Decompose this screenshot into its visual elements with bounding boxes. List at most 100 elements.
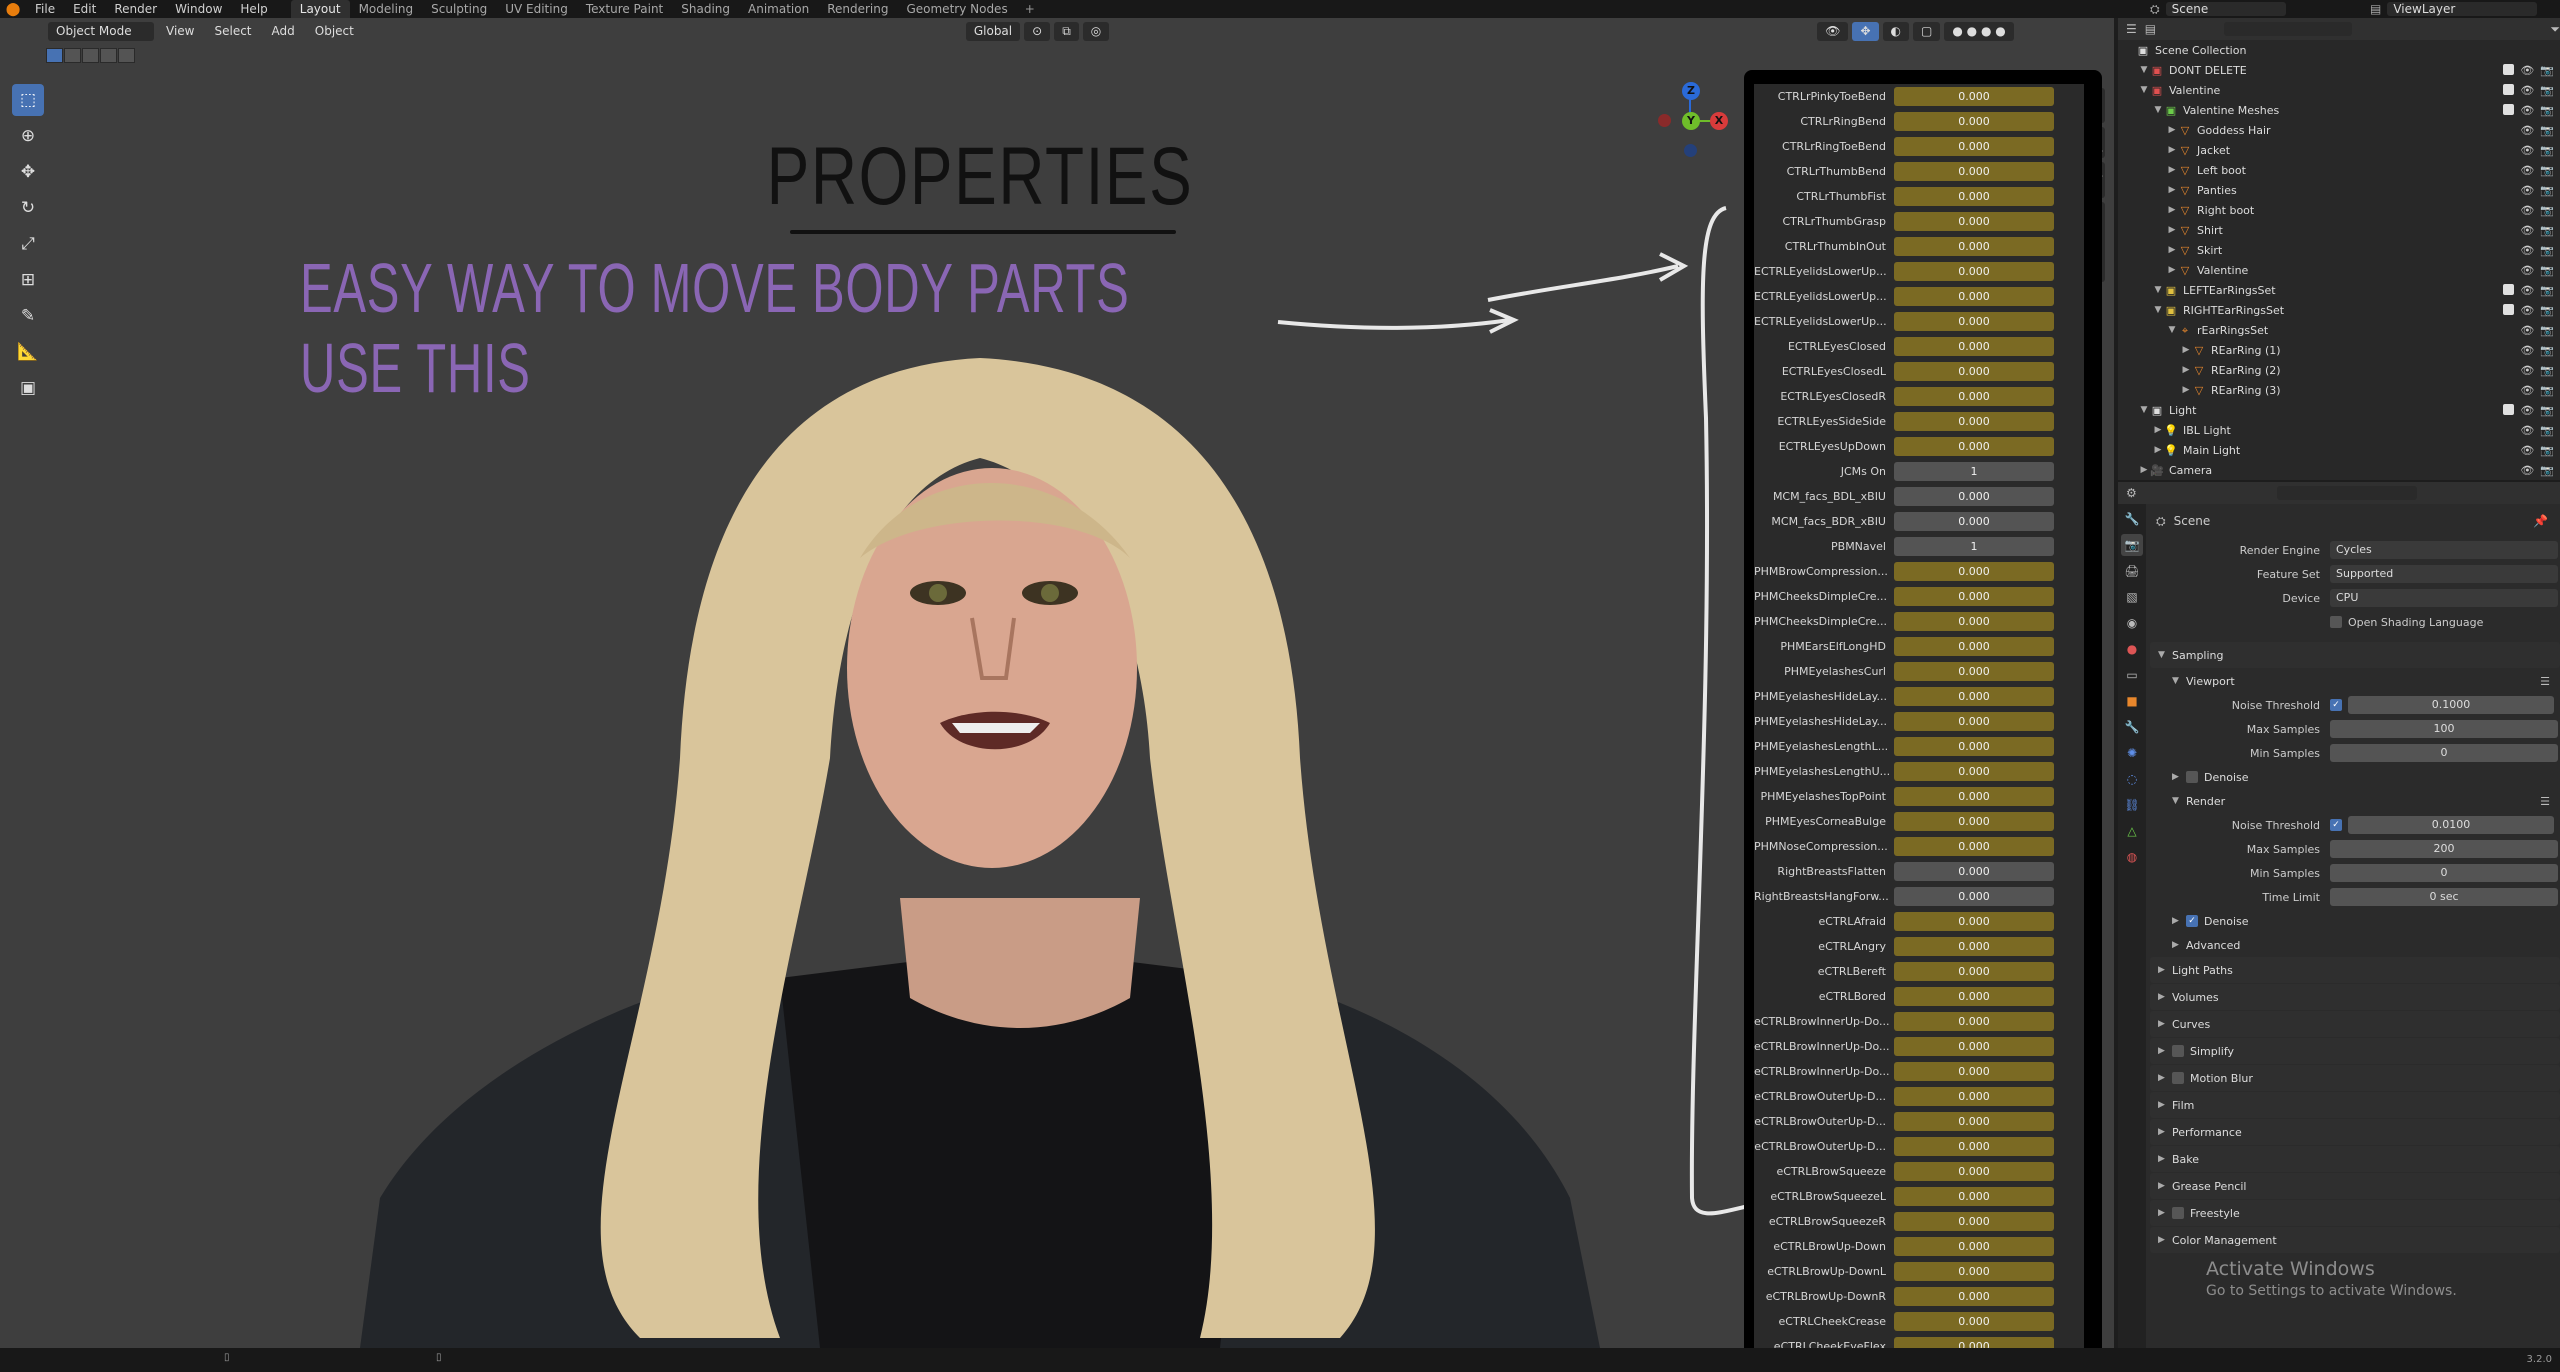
render-engine-dropdown[interactable]: Cycles: [2330, 541, 2558, 559]
eye-icon[interactable]: 👁: [2520, 384, 2534, 397]
eye-icon[interactable]: 👁: [2520, 424, 2534, 437]
eye-icon[interactable]: 👁: [2520, 364, 2534, 377]
workspace-tab-texture-paint[interactable]: Texture Paint: [577, 0, 672, 18]
camera-icon[interactable]: 📷: [2540, 64, 2554, 77]
camera-icon[interactable]: 📷: [2540, 364, 2554, 377]
custom-property-value[interactable]: 0.000: [1894, 1137, 2054, 1156]
workspace-tab-geometry-nodes[interactable]: Geometry Nodes: [897, 0, 1016, 18]
expand-toggle-icon[interactable]: ▶: [2152, 425, 2164, 435]
expand-toggle-icon[interactable]: ▶: [2166, 125, 2178, 135]
section-grease-pencil[interactable]: ▶ Grease Pencil: [2150, 1173, 2560, 1199]
scene-tab-icon[interactable]: ◉: [2121, 612, 2143, 634]
custom-property-value[interactable]: 0.000: [1894, 637, 2054, 656]
eye-icon[interactable]: 👁: [2520, 184, 2534, 197]
eye-icon[interactable]: 👁: [2520, 144, 2534, 157]
custom-property-value[interactable]: 0.000: [1894, 1087, 2054, 1106]
custom-property-value[interactable]: 0.000: [1894, 762, 2054, 781]
custom-property-value[interactable]: 0.000: [1894, 612, 2054, 631]
exclude-checkbox[interactable]: [2503, 283, 2515, 295]
eye-icon[interactable]: 👁: [2520, 264, 2534, 277]
expand-toggle-icon[interactable]: ▶: [2166, 205, 2178, 215]
expand-toggle-icon[interactable]: ▼: [2138, 65, 2150, 75]
tool-tab-icon[interactable]: 🔧: [2121, 508, 2143, 530]
vp-noise-field[interactable]: 0.1000: [2348, 696, 2554, 714]
eye-icon[interactable]: 👁: [2520, 284, 2534, 297]
collection-tab-icon[interactable]: ▭: [2121, 664, 2143, 686]
custom-property-value[interactable]: 0.000: [1894, 787, 2054, 806]
custom-property-value[interactable]: 0.000: [1894, 1187, 2054, 1206]
expand-toggle-icon[interactable]: ▶: [2138, 465, 2150, 475]
workspace-tab-shading[interactable]: Shading: [672, 0, 739, 18]
constraints-tab-icon[interactable]: ⛓: [2121, 794, 2143, 816]
outliner-row[interactable]: ▶ ▽ Goddess Hair 👁 📷: [2118, 120, 2560, 140]
eye-icon[interactable]: 👁: [2520, 464, 2534, 477]
scene-name-field[interactable]: Scene: [2165, 2, 2286, 16]
vp-denoise-subpanel[interactable]: ▶ Denoise: [2150, 765, 2560, 789]
camera-icon[interactable]: 📷: [2540, 84, 2554, 97]
outliner-row[interactable]: ▶ 💡 Main Light 👁 📷: [2118, 440, 2560, 460]
r-min-samples-field[interactable]: 0: [2330, 864, 2558, 882]
camera-icon[interactable]: 📷: [2540, 404, 2554, 417]
custom-property-value[interactable]: 0.000: [1894, 562, 2054, 581]
outliner-row[interactable]: ▼ ▣ DONT DELETE 👁 📷: [2118, 60, 2560, 80]
custom-property-value[interactable]: 0.000: [1894, 187, 2054, 206]
eye-icon[interactable]: 👁: [2520, 224, 2534, 237]
custom-property-value[interactable]: 0.000: [1894, 412, 2054, 431]
custom-property-value[interactable]: 0.000: [1894, 962, 2054, 981]
eye-icon[interactable]: 👁: [2520, 64, 2534, 77]
outliner-row[interactable]: ▶ ▽ Panties 👁 📷: [2118, 180, 2560, 200]
camera-icon[interactable]: 📷: [2540, 304, 2554, 317]
presets-icon[interactable]: ☰: [2540, 675, 2550, 688]
outliner-row[interactable]: ▶ ▽ Valentine 👁 📷: [2118, 260, 2560, 280]
expand-toggle-icon[interactable]: ▼: [2166, 325, 2178, 335]
exclude-checkbox[interactable]: [2503, 83, 2515, 95]
section-volumes[interactable]: ▶ Volumes: [2150, 984, 2560, 1010]
expand-toggle-icon[interactable]: ▼: [2152, 105, 2164, 115]
view-layer-field[interactable]: ViewLayer: [2387, 2, 2538, 16]
vp-max-samples-field[interactable]: 100: [2330, 720, 2558, 738]
expand-toggle-icon[interactable]: ▶: [2166, 185, 2178, 195]
camera-icon[interactable]: 📷: [2540, 244, 2554, 257]
r-noise-field[interactable]: 0.0100: [2348, 816, 2554, 834]
workspace-tab-sculpting[interactable]: Sculpting: [422, 0, 496, 18]
workspace-tab-modeling[interactable]: Modeling: [350, 0, 423, 18]
menu-file[interactable]: File: [26, 2, 64, 16]
custom-property-value[interactable]: 0.000: [1894, 1287, 2054, 1306]
outliner-row[interactable]: ▼ ⌖ rEarRingsSet 👁 📷: [2118, 320, 2560, 340]
material-tab-icon[interactable]: ◍: [2121, 846, 2143, 868]
section-freestyle[interactable]: ▶ Freestyle: [2150, 1200, 2560, 1226]
advanced-subpanel[interactable]: ▶ Advanced: [2150, 933, 2560, 957]
camera-icon[interactable]: 📷: [2540, 204, 2554, 217]
outliner-row[interactable]: ▶ ▽ Right boot 👁 📷: [2118, 200, 2560, 220]
camera-icon[interactable]: 📷: [2540, 104, 2554, 117]
menu-window[interactable]: Window: [166, 2, 231, 16]
r-noise-checkbox[interactable]: ✓: [2330, 819, 2342, 831]
exclude-checkbox[interactable]: [2503, 63, 2515, 75]
custom-property-value[interactable]: 1: [1894, 462, 2054, 481]
modifier-tab-icon[interactable]: 🔧: [2121, 716, 2143, 738]
custom-property-value[interactable]: 0.000: [1894, 512, 2054, 531]
workspace-tab-layout[interactable]: Layout: [290, 0, 350, 18]
expand-toggle-icon[interactable]: ▶: [2166, 165, 2178, 175]
expand-toggle-icon[interactable]: ▼: [2138, 405, 2150, 415]
custom-property-value[interactable]: 0.000: [1894, 487, 2054, 506]
expand-toggle-icon[interactable]: ▶: [2180, 345, 2192, 355]
camera-icon[interactable]: 📷: [2540, 184, 2554, 197]
custom-property-value[interactable]: 0.000: [1894, 87, 2054, 106]
custom-property-value[interactable]: 0.000: [1894, 712, 2054, 731]
outliner-row[interactable]: ▼ ▣ Light 👁 📷: [2118, 400, 2560, 420]
custom-property-value[interactable]: 0.000: [1894, 987, 2054, 1006]
custom-property-value[interactable]: 0.000: [1894, 587, 2054, 606]
custom-property-value[interactable]: 0.000: [1894, 737, 2054, 756]
custom-property-value[interactable]: 0.000: [1894, 237, 2054, 256]
outliner-row[interactable]: ▶ ▽ Shirt 👁 📷: [2118, 220, 2560, 240]
workspace-tab-rendering[interactable]: Rendering: [818, 0, 897, 18]
custom-property-value[interactable]: 0.000: [1894, 362, 2054, 381]
custom-property-value[interactable]: 0.000: [1894, 1037, 2054, 1056]
custom-property-value[interactable]: 0.000: [1894, 862, 2054, 881]
vp-denoise-checkbox[interactable]: [2186, 771, 2198, 783]
device-dropdown[interactable]: CPU: [2330, 589, 2558, 607]
custom-property-value[interactable]: 0.000: [1894, 912, 2054, 931]
section-checkbox[interactable]: [2172, 1045, 2184, 1057]
pin-icon[interactable]: 📌: [2533, 514, 2548, 528]
